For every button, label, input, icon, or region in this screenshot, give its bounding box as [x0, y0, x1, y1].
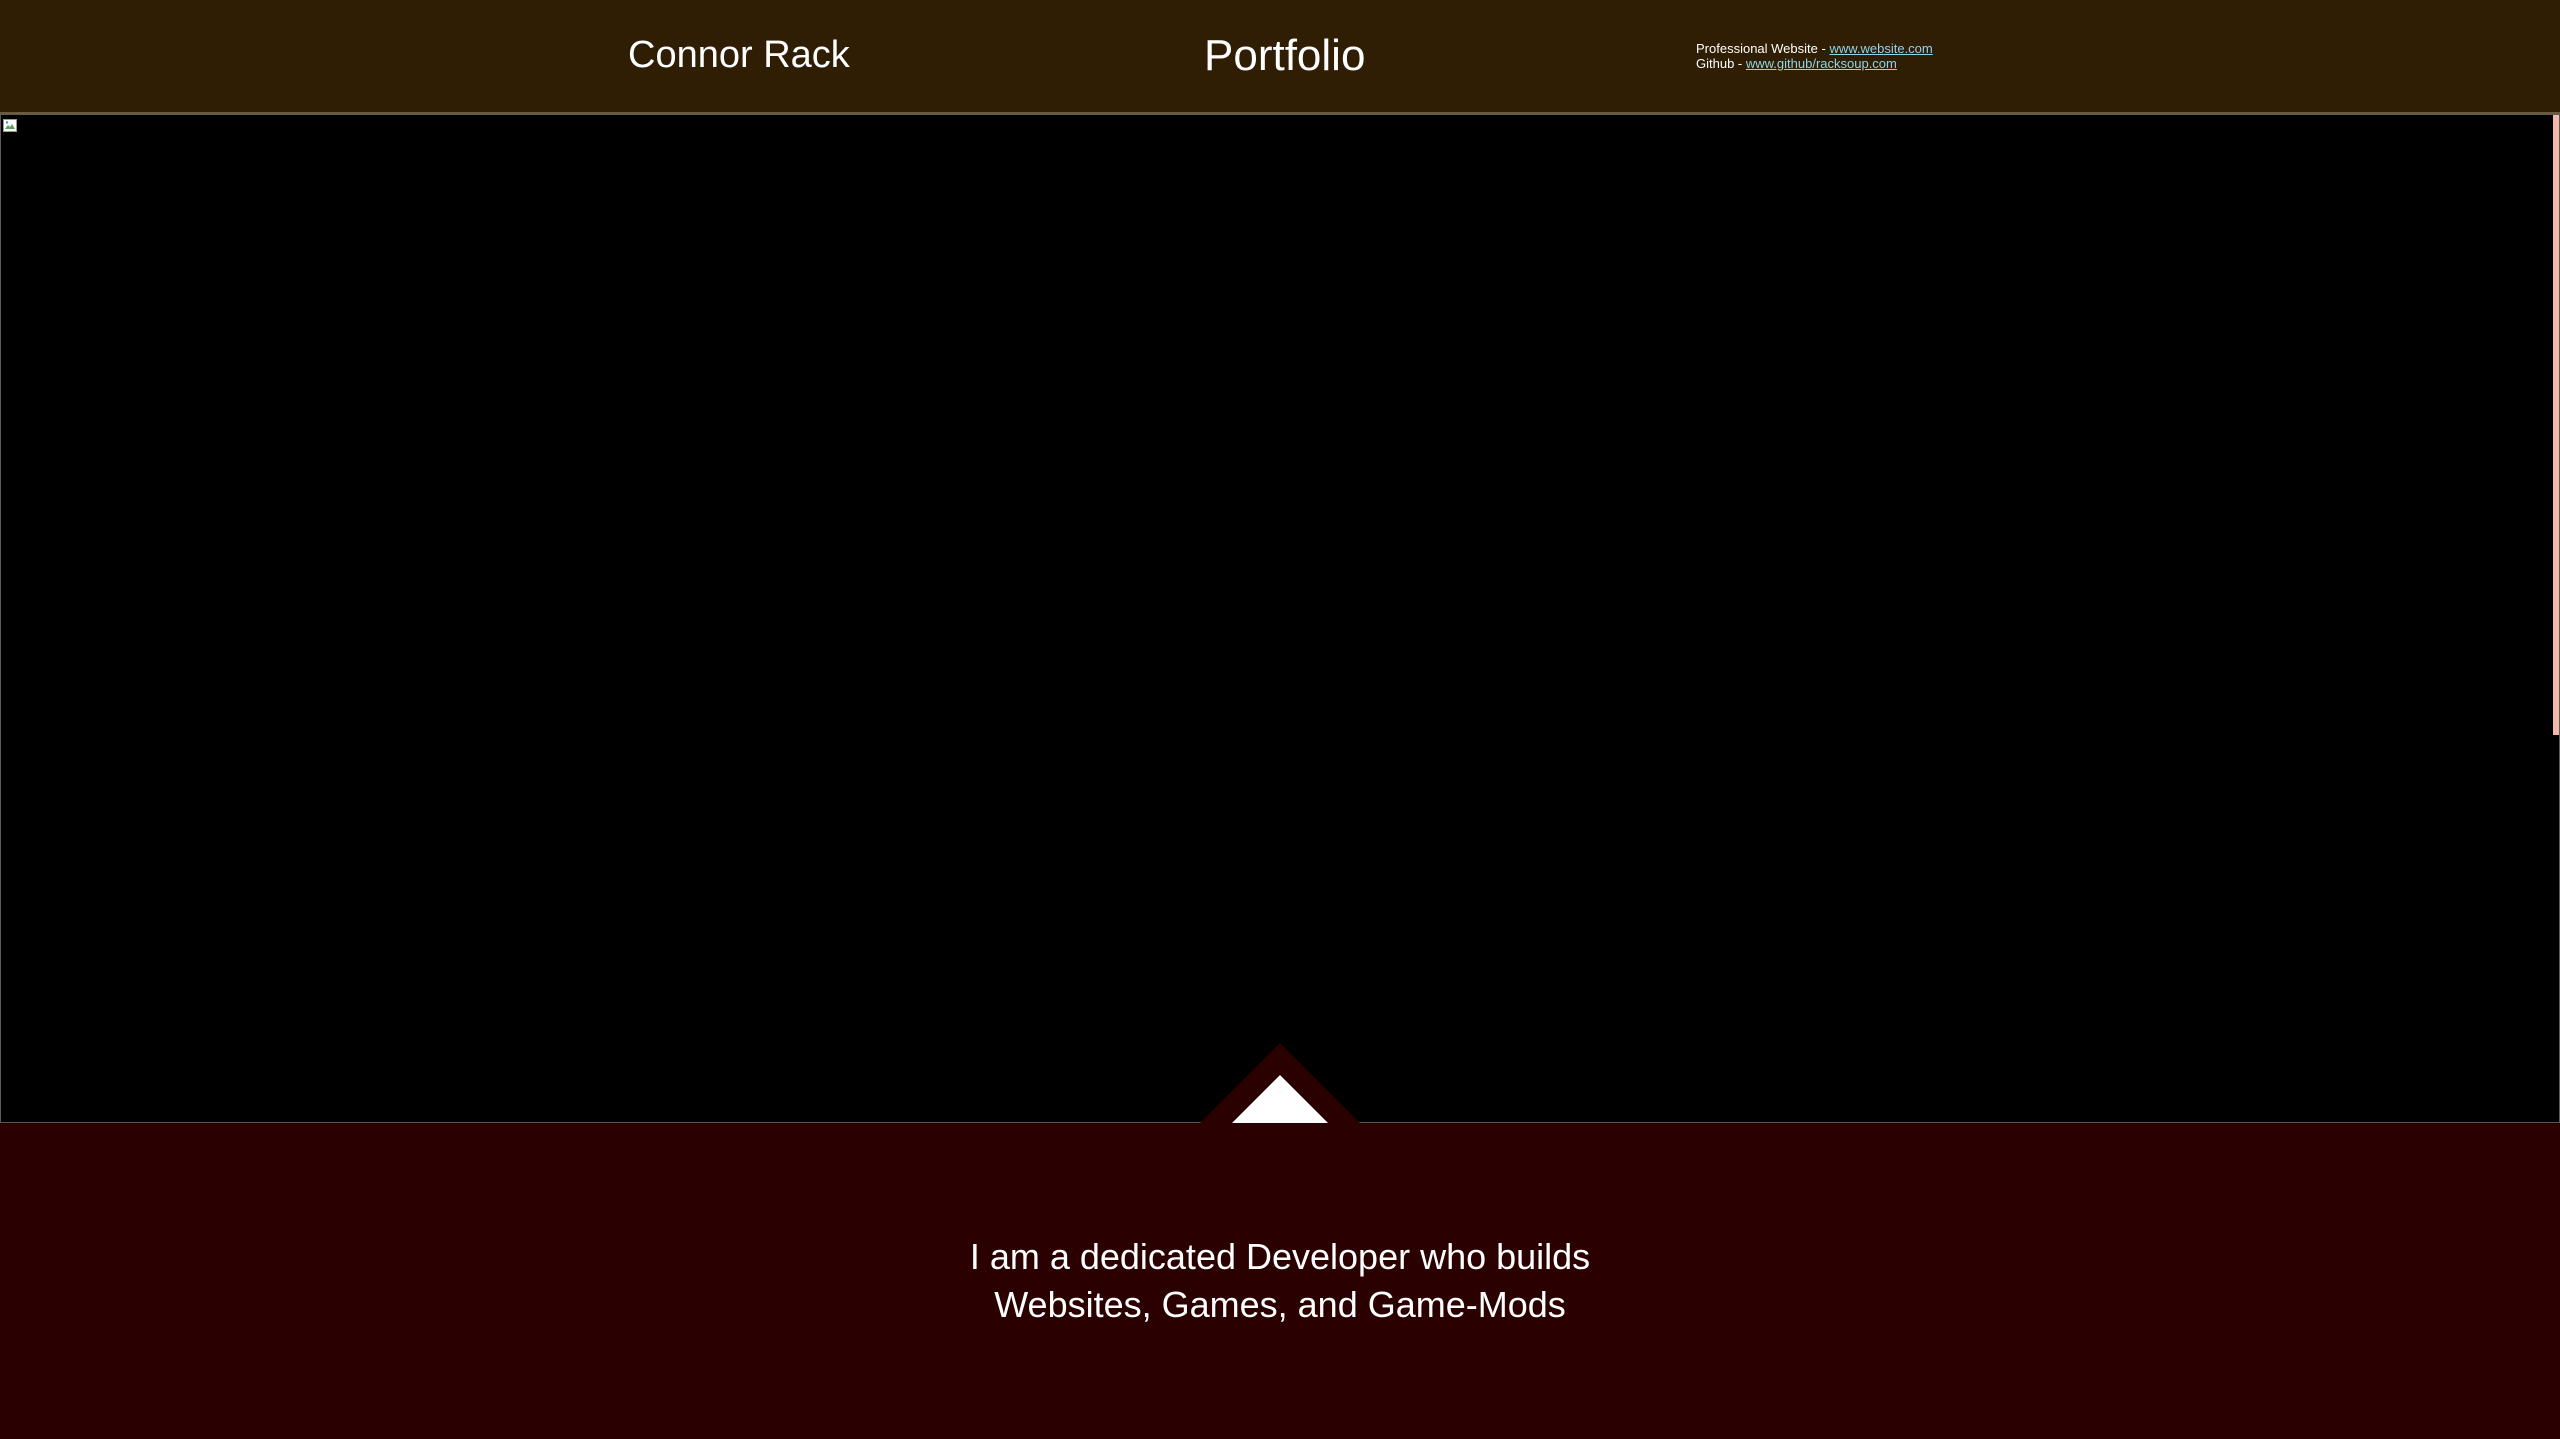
- website-link[interactable]: www.website.com: [1829, 41, 1932, 56]
- contact-website: Professional Website - www.website.com: [1696, 41, 1933, 56]
- website-label: Professional Website -: [1696, 41, 1830, 56]
- intro-line-2: Websites, Games, and Game-Mods: [994, 1284, 1566, 1325]
- page-title: Portfolio: [1204, 31, 1366, 80]
- intro-line-1: I am a dedicated Developer who builds: [969, 1236, 1591, 1277]
- intro-text: I am a dedicated Developer who builds We…: [0, 1233, 2560, 1329]
- contact-github: Github - www.github/racksoup.com: [1696, 56, 1933, 71]
- site-header: Connor Rack Portfolio Professional Websi…: [0, 0, 2560, 114]
- scrollbar-thumb[interactable]: [2553, 115, 2559, 735]
- broken-image-icon: [3, 119, 17, 132]
- github-link[interactable]: www.github/racksoup.com: [1746, 56, 1897, 71]
- author-name: Connor Rack: [628, 34, 850, 76]
- contact-links: Professional Website - www.website.com G…: [1696, 41, 1933, 71]
- hero-image-area: [0, 114, 2560, 1123]
- up-arrow-icon[interactable]: [1200, 1043, 1360, 1123]
- github-label: Github -: [1696, 56, 1746, 71]
